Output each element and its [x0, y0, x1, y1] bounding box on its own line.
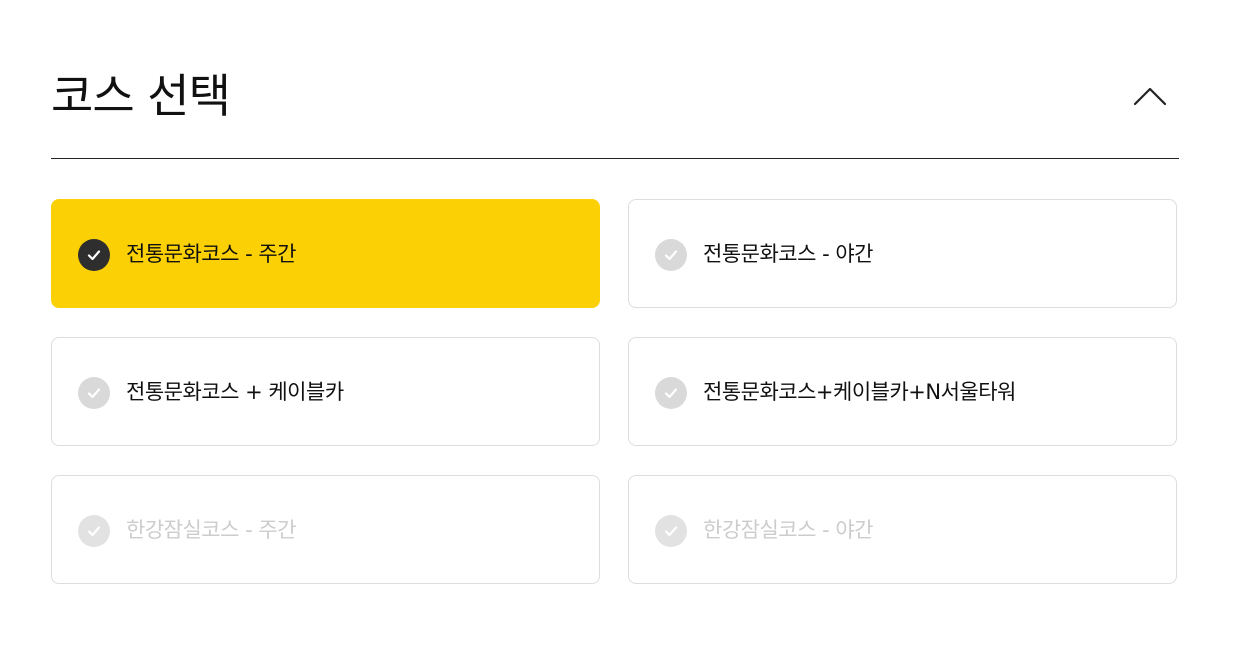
check-circle-icon	[655, 239, 687, 271]
course-option-label: 전통문화코스 + 케이블카	[126, 380, 344, 404]
course-option-label: 전통문화코스+케이블카+N서울타워	[703, 380, 1016, 404]
course-option-hangang-day: 한강잠실코스 - 주간	[51, 475, 600, 584]
collapse-button[interactable]	[1121, 76, 1179, 120]
check-circle-icon	[78, 239, 110, 271]
check-circle-icon	[655, 515, 687, 547]
course-option-traditional-night[interactable]: 전통문화코스 - 야간	[628, 199, 1177, 308]
check-circle-icon	[78, 515, 110, 547]
course-select-panel: 코스 선택 전통문화코스 - 주간 전통문화코스 - 야간 전통문화코스 + 케…	[0, 0, 1253, 653]
course-option-traditional-cablecar-tower[interactable]: 전통문화코스+케이블카+N서울타워	[628, 337, 1177, 446]
chevron-up-icon	[1133, 86, 1167, 110]
check-circle-icon	[655, 377, 687, 409]
section-header: 코스 선택	[51, 60, 1179, 159]
check-circle-icon	[78, 377, 110, 409]
course-option-traditional-day[interactable]: 전통문화코스 - 주간	[51, 199, 600, 308]
course-option-hangang-night: 한강잠실코스 - 야간	[628, 475, 1177, 584]
course-option-traditional-cablecar[interactable]: 전통문화코스 + 케이블카	[51, 337, 600, 446]
course-option-label: 한강잠실코스 - 주간	[126, 518, 297, 542]
course-option-label: 한강잠실코스 - 야간	[703, 518, 874, 542]
course-option-label: 전통문화코스 - 주간	[126, 242, 297, 266]
section-title: 코스 선택	[51, 69, 231, 123]
course-option-label: 전통문화코스 - 야간	[703, 242, 874, 266]
